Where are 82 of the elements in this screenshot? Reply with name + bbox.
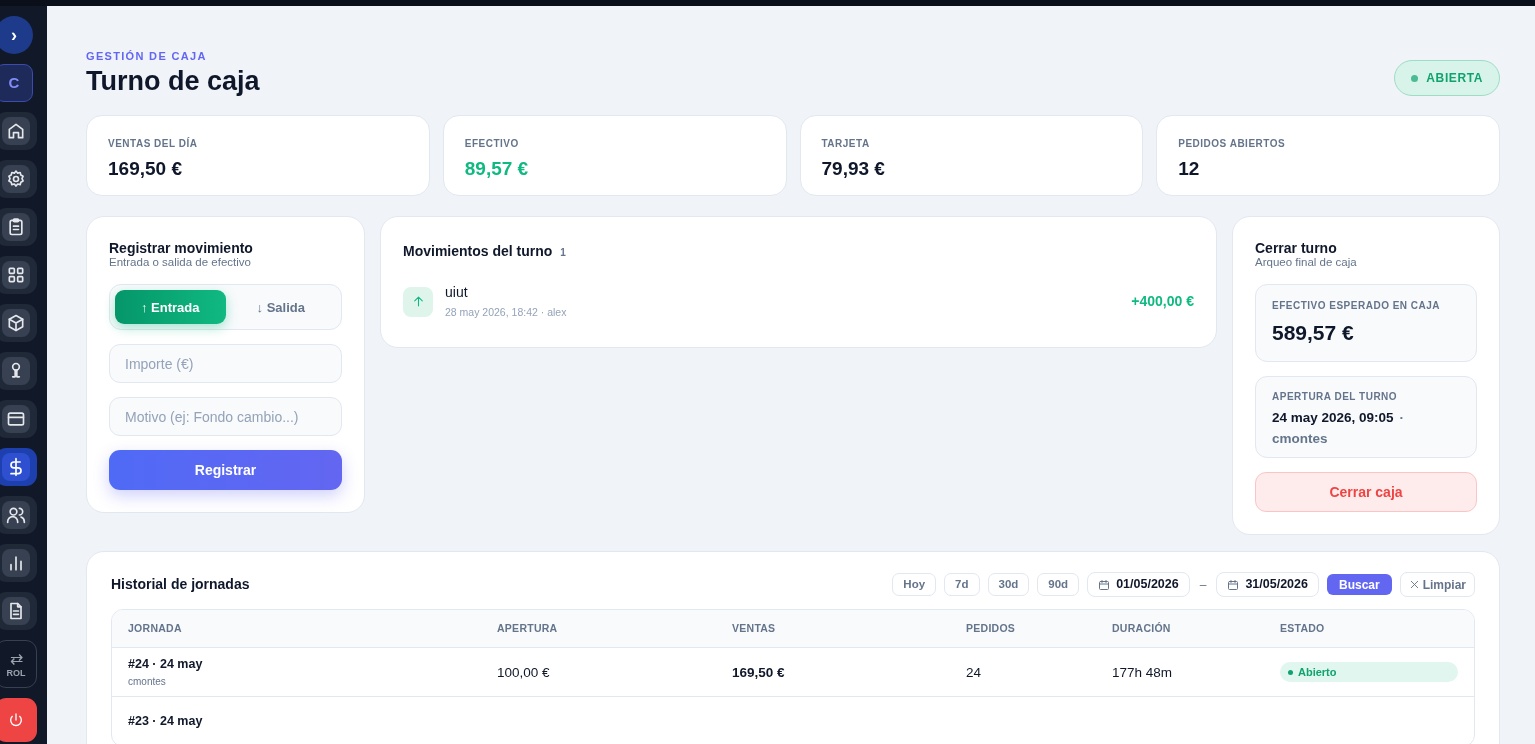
sidebar-nav-item[interactable] <box>0 496 37 534</box>
search-button[interactable]: Buscar <box>1326 574 1392 596</box>
range-separator: – <box>1198 576 1208 594</box>
sidebar-nav-item[interactable] <box>0 448 37 486</box>
status-badge: Abierto <box>1280 662 1458 683</box>
card-subtitle: Arqueo final de caja <box>1255 256 1357 269</box>
stat-label: EFECTIVO <box>464 137 519 152</box>
opening-user: cmontes <box>1272 430 1328 449</box>
table-cell-text: #23 · 24 may <box>128 712 203 730</box>
opening-date: 24 may 2026, 09:05 <box>1272 410 1394 426</box>
stat-label: VENTAS DEL DÍA <box>108 136 198 152</box>
movement-type-tab[interactable]: ↑ Entrada <box>115 290 226 325</box>
cube-icon <box>6 313 26 333</box>
role-switch-button[interactable]: ⇄ ROL <box>0 640 37 688</box>
app-logo: C <box>0 64 33 102</box>
movement-meta: 28 may 2026, 18:42 · alex <box>445 305 567 321</box>
range-button[interactable]: 30d <box>987 573 1030 597</box>
card-subtitle: Entrada o salida de efectivo <box>109 256 251 269</box>
panel-label: EFECTIVO ESPERADO EN CAJA <box>1272 299 1441 314</box>
calendar-icon <box>1227 578 1240 591</box>
column-header: APERTURA <box>497 620 558 636</box>
clipboard-icon <box>6 217 26 237</box>
table-cell: 24 <box>966 665 982 681</box>
sidebar-nav-item[interactable] <box>0 592 37 630</box>
movement-name: uiut <box>445 283 468 303</box>
card-icon <box>6 409 26 429</box>
card-title: Historial de jornadas <box>111 575 250 595</box>
home-icon <box>6 121 26 141</box>
column-header: ESTADO <box>1280 620 1325 636</box>
sidebar-toggle-button[interactable]: › <box>0 16 33 54</box>
clear-button[interactable]: Limpiar <box>1399 572 1475 598</box>
stat-value: 79,93 € <box>821 157 885 182</box>
range-button[interactable]: 90d <box>1037 573 1080 597</box>
sidebar-nav-item[interactable] <box>0 256 37 294</box>
movement-type-tab[interactable]: ↓ Salida <box>225 290 336 325</box>
column-header: PEDIDOS <box>966 620 1016 636</box>
movement-amount: +400,00 € <box>1131 292 1194 312</box>
sidebar-nav-item[interactable] <box>0 400 37 438</box>
date-to-field[interactable]: 31/05/2026 <box>1216 572 1319 598</box>
page-title: Turno de caja <box>86 64 260 98</box>
stat-value: 12 <box>1178 157 1200 182</box>
calendar-icon <box>1098 578 1111 591</box>
table-cell-text: cmontes <box>128 675 166 690</box>
column-header: DURACIÓN <box>1112 620 1171 636</box>
separator-dot: · <box>1399 410 1405 426</box>
close-icon <box>1408 579 1420 591</box>
table-cell: 177h 48m <box>1112 665 1173 681</box>
table-cell-text: #24 · 24 may <box>128 656 203 674</box>
power-icon <box>8 712 24 728</box>
section-eyebrow: GESTIÓN DE CAJA <box>86 49 208 64</box>
card-title: Cerrar turno <box>1255 241 1337 257</box>
panel-label: APERTURA DEL TURNO <box>1272 390 1398 405</box>
card-title: Movimientos del turno <box>403 242 553 262</box>
close-register-button[interactable]: Cerrar caja <box>1255 472 1477 513</box>
column-header: JORNADA <box>128 620 182 636</box>
range-button[interactable]: Hoy <box>892 573 937 597</box>
stat-value: 169,50 € <box>108 157 182 182</box>
users-icon <box>6 505 26 525</box>
amount-input[interactable]: Importe (€) <box>109 344 342 384</box>
range-button[interactable]: 7d <box>944 573 980 597</box>
count-label: 1 <box>560 246 566 261</box>
date-from-field[interactable]: 01/05/2026 <box>1087 572 1190 598</box>
sidebar-nav-item[interactable] <box>0 160 37 198</box>
stat-label: PEDIDOS ABIERTOS <box>1178 137 1286 152</box>
stat-value: 89,57 € <box>464 157 529 182</box>
expected-cash-value: 589,57 € <box>1272 320 1354 347</box>
register-button[interactable]: Registrar <box>109 450 342 491</box>
grid-icon <box>6 265 26 285</box>
column-header: VENTAS <box>732 620 776 636</box>
sidebar-nav-item[interactable] <box>0 208 37 246</box>
sidebar-nav-item[interactable] <box>0 352 37 390</box>
sidebar-nav-item[interactable] <box>0 304 37 342</box>
settings-icon <box>6 169 26 189</box>
logout-button[interactable] <box>0 698 37 742</box>
reason-input[interactable]: Motivo (ej: Fondo cambio...) <box>109 397 342 437</box>
stat-label: TARJETA <box>821 137 870 152</box>
status-badge: ABIERTA <box>1394 60 1500 96</box>
card-title: Registrar movimiento <box>109 241 253 257</box>
table-cell: 169,50 € <box>732 665 785 681</box>
table-cell: 100,00 € <box>497 665 550 681</box>
sidebar-nav-item[interactable] <box>0 544 37 582</box>
sidebar-nav-item[interactable] <box>0 112 37 150</box>
